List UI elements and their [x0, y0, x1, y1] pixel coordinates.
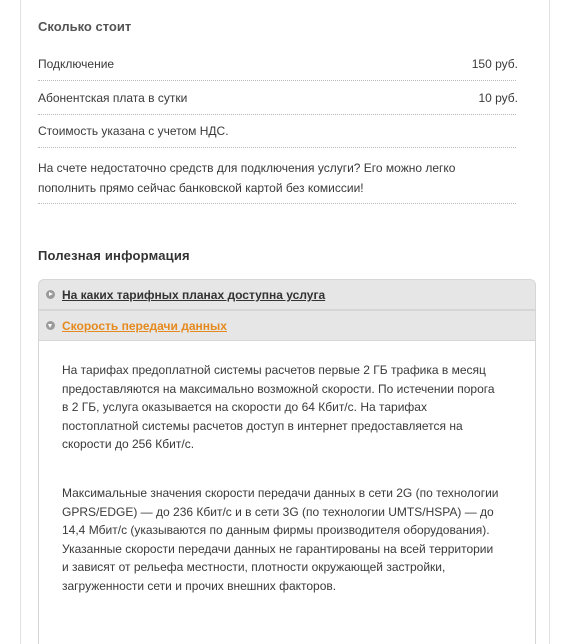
faq-item-tariffs-link[interactable]: На каких тарифных планах доступна услуга — [62, 288, 325, 302]
chevron-right-icon — [46, 290, 55, 299]
connection-label: Подключение — [38, 57, 115, 71]
faq-item-speed-link[interactable]: Скорость передачи данных — [62, 319, 227, 333]
faq-item-speed-content: На тарифах предоплатной системы расчетов… — [38, 341, 536, 644]
divider — [38, 203, 516, 204]
connection-price-row: Подключение 150 руб. — [38, 57, 518, 71]
divider — [38, 114, 516, 115]
faq-accordion: На каких тарифных планах доступна услуга… — [38, 279, 536, 644]
speed-paragraph-1: На тарифах предоплатной системы расчетов… — [62, 363, 495, 451]
page: Сколько стоит Подключение 150 руб. Абоне… — [0, 0, 570, 644]
faq-item-speed[interactable]: Скорость передачи данных — [38, 310, 536, 341]
divider — [38, 80, 516, 81]
divider — [38, 147, 516, 148]
cost-section-title: Сколько стоит — [38, 19, 132, 34]
speed-paragraph-2: Максимальные значения скорости передачи … — [62, 486, 499, 593]
daily-fee-label: Абонентская плата в сутки — [38, 91, 188, 105]
vat-note-text: Стоимость указана с учетом НДС. — [38, 124, 229, 138]
useful-info-title: Полезная информация — [38, 248, 190, 263]
vat-note: Стоимость указана с учетом НДС. — [38, 124, 518, 138]
topup-note: На счете недостаточно средств для подклю… — [38, 161, 456, 195]
daily-fee-price: 10 руб. — [478, 91, 518, 105]
chevron-down-icon — [46, 321, 55, 330]
faq-item-tariffs[interactable]: На каких тарифных планах доступна услуга — [38, 279, 536, 310]
daily-fee-row: Абонентская плата в сутки 10 руб. — [38, 91, 518, 105]
connection-price: 150 руб. — [471, 57, 518, 71]
